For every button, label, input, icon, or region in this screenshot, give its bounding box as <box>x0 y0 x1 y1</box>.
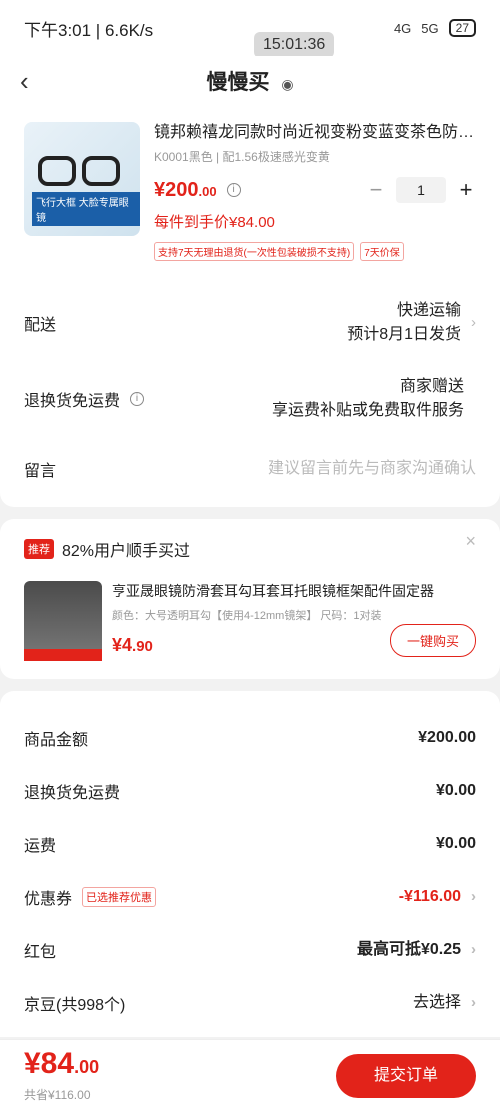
close-icon[interactable]: × <box>465 531 476 552</box>
decrease-button[interactable]: − <box>366 177 386 203</box>
hongbao-amount: 最高可抵¥0.25 <box>356 940 461 958</box>
freight-free-label: 退换货免运费 <box>24 784 121 802</box>
goods-amount-label: 商品金额 <box>24 731 89 749</box>
hongbao-value: 最高可抵¥0.25 › <box>357 938 476 962</box>
freight-row: 退换货免运费 i 商家赠送享运费补贴或免费取件服务 <box>24 375 476 423</box>
nav-bar: ‹ 慢慢买 ◉ <box>0 56 500 106</box>
price-cents: .00 <box>198 183 217 199</box>
increase-button[interactable]: + <box>456 177 476 203</box>
recommend-header: 推荐 82%用户顺手买过 × <box>24 531 476 561</box>
unit-final-price: 每件到手价¥84.00 <box>154 214 275 231</box>
product-spec[interactable]: K0001黑色 | 配1.56极速感光变黄 <box>154 148 476 165</box>
freight-free-value: ¥0.00 <box>435 781 476 799</box>
jingdou-select: 去选择 <box>412 993 461 1011</box>
network-5g-icon: 5G <box>421 20 439 36</box>
recommend-thumbnail[interactable] <box>24 581 102 661</box>
goods-amount-row: 商品金额 ¥200.00 <box>0 711 500 764</box>
submit-order-button[interactable]: 提交订单 <box>336 1053 476 1098</box>
quantity-stepper: − 1 + <box>366 177 476 203</box>
shipping-label: 运费 <box>24 837 57 855</box>
jingdou-value: 去选择 › <box>413 991 476 1015</box>
chevron-right-icon: › <box>471 314 476 331</box>
chevron-right-icon: › <box>471 993 476 1011</box>
quantity-value[interactable]: 1 <box>396 177 446 203</box>
coupon-tag: 已选推荐优惠 <box>82 886 157 907</box>
freight-line2: 享运费补贴或免费取件服务 <box>271 402 464 419</box>
price-row: ¥200.00 i − 1 + <box>154 177 476 203</box>
recommend-item[interactable]: 亨亚晟眼镜防滑套耳勾耳套耳托眼镜框架配件固定器 颜色：大号透明耳勾【使用4-12… <box>24 581 476 661</box>
recommend-headline: 82%用户顺手买过 <box>62 543 191 560</box>
recommend-badge: 推荐 <box>24 539 54 559</box>
delivery-eta: 预计8月1日发货 <box>347 326 461 343</box>
note-label: 留言 <box>24 463 57 480</box>
page-title: 慢慢买 ◉ <box>0 66 500 96</box>
recommend-title[interactable]: 亨亚晟眼镜防滑套耳勾耳套耳托眼镜框架配件固定器 <box>112 581 476 601</box>
glasses-lens-left <box>38 156 76 186</box>
status-icons: 4G 5G 27 <box>394 19 476 37</box>
shipping-row: 运费 ¥0.00 <box>0 817 500 870</box>
price-protect-tag: 7天价保 <box>360 242 404 261</box>
chevron-right-icon: › <box>471 887 476 905</box>
info-icon[interactable]: i <box>226 183 241 197</box>
service-tags: 支持7天无理由退货(一次性包装破损不支持) 7天价保 <box>154 242 476 261</box>
order-card: 飞行大框 大脸专属眼镜 镜邦赖禧龙同款时尚近视变粉变蓝变茶色防蓝光眼镜 K000… <box>0 106 500 507</box>
coupon-label: 优惠券 已选推荐优惠 <box>24 885 157 909</box>
info-icon[interactable]: i <box>130 392 145 406</box>
network-4g-icon: 4G <box>393 20 412 36</box>
freight-label: 退换货免运费 i <box>24 375 145 423</box>
product-title[interactable]: 镜邦赖禧龙同款时尚近视变粉变蓝变茶色防蓝光眼镜 <box>154 122 476 144</box>
freight-line1: 商家赠送 <box>399 378 464 395</box>
total-main: ¥84 <box>24 1046 75 1080</box>
coupon-row[interactable]: 优惠券 已选推荐优惠 -¥116.00 › <box>0 870 500 923</box>
location-icon[interactable]: ◉ <box>281 76 293 92</box>
status-time: 下午3:01 | 6.6K/s <box>24 20 154 40</box>
shipping-value: ¥0.00 <box>435 834 476 852</box>
coupon-value: -¥116.00 › <box>399 885 476 909</box>
delivery-row[interactable]: 配送 快递运输预计8月1日发货 › <box>24 299 476 347</box>
overlay-time: 15:01:36 <box>254 32 335 58</box>
price-main: ¥200 <box>154 178 199 201</box>
quick-buy-button[interactable]: 一键购买 <box>389 624 476 657</box>
return-policy-tag: 支持7天无理由退货(一次性包装破损不支持) <box>154 242 355 261</box>
page-title-text: 慢慢买 <box>206 71 270 94</box>
total-savings: 共省¥116.00 <box>24 1087 91 1102</box>
recommend-info: 亨亚晟眼镜防滑套耳勾耳套耳托眼镜框架配件固定器 颜色：大号透明耳勾【使用4-12… <box>112 581 476 661</box>
product-info: 镜邦赖禧龙同款时尚近视变粉变蓝变茶色防蓝光眼镜 K0001黑色 | 配1.56极… <box>154 122 476 261</box>
delivery-method: 快递运输 <box>396 302 461 319</box>
delivery-value: 快递运输预计8月1日发货 › <box>347 299 476 347</box>
coupon-label-text: 优惠券 <box>24 890 73 908</box>
note-row[interactable]: 留言 建议留言前先与商家沟通确认 <box>24 457 476 493</box>
hongbao-row[interactable]: 红包 最高可抵¥0.25 › <box>0 923 500 976</box>
thumb-banner <box>24 649 102 661</box>
total-block: ¥84.00 共省¥116.00 <box>24 1046 100 1103</box>
status-bar: 下午3:01 | 6.6K/s 4G 5G 27 <box>0 0 500 56</box>
coupon-amount: -¥116.00 <box>398 887 461 905</box>
goods-amount-value: ¥200.00 <box>418 728 476 746</box>
product-price: ¥200.00 <box>154 179 217 202</box>
recommend-card: 推荐 82%用户顺手买过 × 亨亚晟眼镜防滑套耳勾耳套耳托眼镜框架配件固定器 颜… <box>0 519 500 679</box>
thumb-label: 飞行大框 大脸专属眼镜 <box>32 192 140 226</box>
chevron-right-icon: › <box>471 940 476 958</box>
rec-price-cents: .90 <box>132 638 153 655</box>
battery-icon: 27 <box>448 19 476 37</box>
total-price: ¥84.00 <box>24 1046 100 1082</box>
note-input[interactable]: 建议留言前先与商家沟通确认 <box>268 457 476 481</box>
freight-free-row: 退换货免运费 ¥0.00 <box>0 764 500 817</box>
recommend-spec: 颜色：大号透明耳勾【使用4-12mm镜架】 尺码：1对装 <box>112 610 382 622</box>
summary-card: 商品金额 ¥200.00 退换货免运费 ¥0.00 运费 ¥0.00 优惠券 已选… <box>0 691 500 1037</box>
jingdou-row[interactable]: 京豆(共998个) 去选择 › <box>0 976 500 1029</box>
jingdou-label: 京豆(共998个) <box>24 996 126 1014</box>
delivery-label: 配送 <box>24 317 57 334</box>
checkout-bar: ¥84.00 共省¥116.00 提交订单 <box>0 1039 500 1111</box>
rec-price-main: ¥4 <box>112 635 133 655</box>
total-cents: .00 <box>74 1056 100 1077</box>
hongbao-label: 红包 <box>24 943 57 961</box>
freight-label-text: 退换货免运费 <box>24 393 121 410</box>
back-icon[interactable]: ‹ <box>20 66 50 97</box>
product-row: 飞行大框 大脸专属眼镜 镜邦赖禧龙同款时尚近视变粉变蓝变茶色防蓝光眼镜 K000… <box>24 122 476 261</box>
freight-value: 商家赠送享运费补贴或免费取件服务 <box>272 375 476 423</box>
product-thumbnail[interactable]: 飞行大框 大脸专属眼镜 <box>24 122 140 236</box>
glasses-lens-right <box>82 156 120 186</box>
